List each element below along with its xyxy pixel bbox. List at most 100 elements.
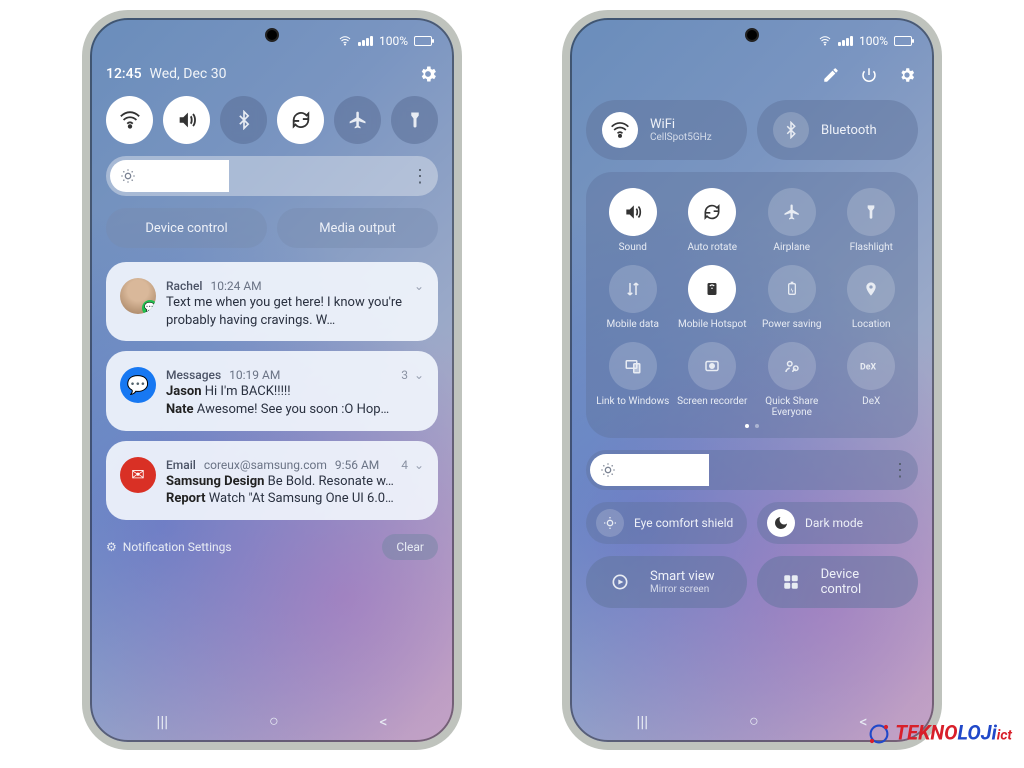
autorotate-icon	[688, 188, 736, 236]
toggle-eye-comfort[interactable]: Eye comfort shield	[586, 502, 747, 544]
tile-label: Auto rotate	[687, 242, 737, 253]
tile-label: Link to Windows	[596, 396, 669, 407]
notification-count: 4	[401, 457, 408, 473]
clock: 12:45	[106, 66, 142, 82]
tile-powersave[interactable]: Power saving	[755, 265, 829, 330]
chevron-down-icon[interactable]: ⌄	[414, 457, 424, 473]
powersave-icon	[768, 265, 816, 313]
tile-label: Airplane	[773, 242, 810, 253]
bluetooth-icon	[773, 112, 809, 148]
tile-label: Screen recorder	[677, 396, 747, 407]
smartview-icon	[602, 564, 638, 600]
tile-hotspot[interactable]: Mobile Hotspot	[676, 265, 750, 330]
wifi-status-icon	[338, 35, 352, 47]
flashlight-icon	[847, 188, 895, 236]
edit-icon[interactable]	[820, 64, 842, 86]
battery-icon	[414, 36, 432, 46]
power-icon[interactable]	[858, 64, 880, 86]
notification-title: Rachel	[166, 278, 202, 294]
battery-pct: 100%	[379, 34, 408, 48]
device-control-icon	[773, 564, 809, 600]
signal-icon	[358, 36, 373, 46]
page-indicator	[596, 424, 908, 428]
tile-airplane[interactable]: Airplane	[755, 188, 829, 253]
shade-header: 12:45 Wed, Dec 30	[106, 64, 438, 84]
toggle-dark-mode[interactable]: Dark mode	[757, 502, 918, 544]
notification-settings-link[interactable]: Notification Settings	[123, 540, 232, 554]
panel-top-actions	[586, 64, 918, 86]
tile-sound[interactable]: Sound	[596, 188, 670, 253]
tile-autorotate[interactable]: Auto rotate	[676, 188, 750, 253]
avatar: ✉	[120, 457, 156, 493]
notification-list: 💬 Rachel 10:24 AM ⌄ Text me when you get…	[106, 262, 438, 520]
battery-icon	[894, 36, 912, 46]
tile-location[interactable]: Location	[835, 265, 909, 330]
nav-bar: ||| ○ <	[106, 708, 438, 742]
screenrec-icon	[688, 342, 736, 390]
dark-mode-icon	[767, 509, 795, 537]
signal-icon	[838, 36, 853, 46]
notification-time: 10:24 AM	[210, 278, 261, 294]
mobiledata-icon	[609, 265, 657, 313]
tile-label: Mobile data	[607, 319, 660, 330]
brightness-slider[interactable]: ⋮	[586, 450, 918, 490]
settings-icon[interactable]	[896, 64, 918, 86]
notification-card[interactable]: ✉ Email coreux@samsung.com 9:56 AM 4 ⌄	[106, 441, 438, 520]
tile-mobiledata[interactable]: Mobile data	[596, 265, 670, 330]
tile-dex[interactable]: DeXDeX	[835, 342, 909, 418]
tile-device-control[interactable]: Device control	[757, 556, 918, 608]
chevron-down-icon[interactable]: ⌄	[414, 367, 424, 383]
tile-label: Quick Share Everyone	[755, 396, 829, 418]
notification-card[interactable]: 💬 Messages 10:19 AM 3 ⌄ Jason Hi I'm BAC	[106, 351, 438, 430]
qs-airplane[interactable]	[334, 96, 381, 144]
wifi-status-icon	[818, 35, 832, 47]
wifi-icon	[602, 112, 638, 148]
status-bar: 100%	[106, 28, 438, 54]
qs-wifi[interactable]	[106, 96, 153, 144]
clear-button[interactable]: Clear	[382, 534, 438, 560]
tile-bluetooth-wide[interactable]: Bluetooth	[757, 100, 918, 160]
qs-sound[interactable]	[163, 96, 210, 144]
notification-card[interactable]: 💬 Rachel 10:24 AM ⌄ Text me when you get…	[106, 262, 438, 341]
phone-right: 100% WiFiCellSpot5GHz Bluetooth S	[562, 10, 942, 750]
notification-sub: coreux@samsung.com	[204, 457, 327, 473]
battery-pct: 100%	[859, 34, 888, 48]
tile-flashlight[interactable]: Flashlight	[835, 188, 909, 253]
tile-label: Mobile Hotspot	[678, 319, 747, 330]
notification-text: Text me when you get here! I know you're…	[166, 294, 424, 329]
notification-time: 10:19 AM	[229, 367, 280, 383]
linkwin-icon	[609, 342, 657, 390]
nav-recents[interactable]: |||	[156, 712, 168, 731]
qs-autorotate[interactable]	[277, 96, 324, 144]
tile-label: Flashlight	[850, 242, 893, 253]
nav-home[interactable]: ○	[269, 711, 279, 731]
nav-recents[interactable]: |||	[636, 712, 648, 731]
device-control-button[interactable]: Device control	[106, 208, 267, 248]
brightness-icon	[120, 168, 136, 184]
brightness-menu-icon[interactable]: ⋮	[888, 460, 912, 481]
tile-wifi-wide[interactable]: WiFiCellSpot5GHz	[586, 100, 747, 160]
tile-linkwin[interactable]: Link to Windows	[596, 342, 670, 418]
brightness-icon	[600, 462, 616, 478]
nav-home[interactable]: ○	[749, 711, 759, 731]
settings-icon[interactable]	[418, 64, 438, 84]
watermark: TEKNOLOJiict	[865, 720, 1012, 748]
nav-back[interactable]: <	[379, 712, 387, 731]
brightness-slider[interactable]: ⋮	[106, 156, 438, 196]
airplane-icon	[768, 188, 816, 236]
tile-quickshare[interactable]: Quick Share Everyone	[755, 342, 829, 418]
qs-bluetooth[interactable]	[220, 96, 267, 144]
brightness-menu-icon[interactable]: ⋮	[408, 166, 432, 187]
quickshare-icon	[768, 342, 816, 390]
tile-screenrec[interactable]: Screen recorder	[676, 342, 750, 418]
tile-label: Power saving	[762, 319, 822, 330]
gear-icon: ⚙	[106, 540, 117, 554]
chevron-down-icon[interactable]: ⌄	[414, 278, 424, 294]
svg-text:DeX: DeX	[860, 363, 876, 373]
quick-settings-grid: Sound Auto rotate Airplane Flashlight Mobile…	[586, 172, 918, 438]
notification-app: Messages	[166, 367, 221, 383]
qs-flashlight[interactable]	[391, 96, 438, 144]
tile-smartview[interactable]: Smart viewMirror screen	[586, 556, 747, 608]
media-output-button[interactable]: Media output	[277, 208, 438, 248]
notification-app: Email	[166, 457, 196, 473]
